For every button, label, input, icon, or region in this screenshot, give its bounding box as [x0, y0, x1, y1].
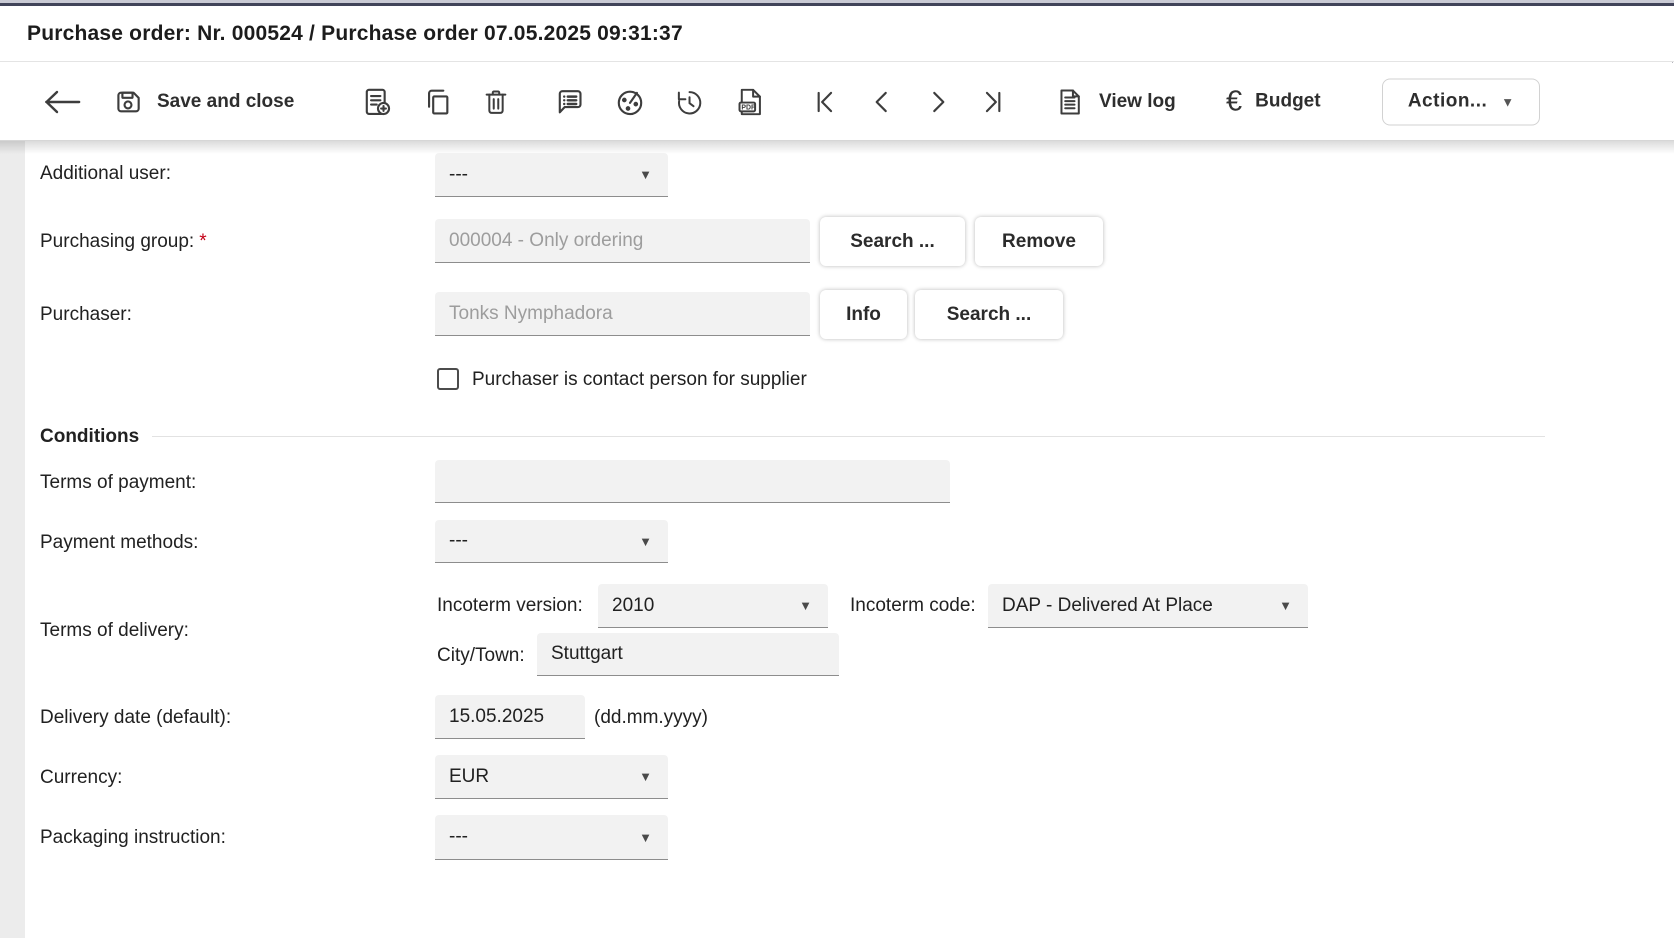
city-town-input[interactable] — [551, 633, 825, 675]
delete-button[interactable] — [480, 86, 512, 118]
currency-select[interactable]: EUR ▼ — [435, 755, 668, 799]
first-record-button[interactable] — [808, 86, 840, 118]
incoterm-code-select[interactable]: DAP - Delivered At Place ▼ — [988, 584, 1308, 628]
view-log-label: View log — [1099, 91, 1176, 113]
history-button[interactable] — [673, 86, 705, 118]
conditions-section-divider — [152, 436, 1545, 437]
euro-icon: € — [1226, 87, 1242, 116]
page-title: Purchase order: Nr. 000524 / Purchase or… — [27, 22, 683, 46]
purchaser-input[interactable] — [449, 292, 796, 335]
purchasing-group-remove-button[interactable]: Remove — [975, 217, 1103, 266]
purchaser-info-button[interactable]: Info — [820, 290, 907, 339]
gauge-icon — [613, 85, 647, 119]
delete-icon — [480, 86, 512, 118]
svg-text:PDF: PDF — [741, 104, 755, 111]
additional-user-label: Additional user: — [40, 163, 171, 185]
terms-of-payment-field[interactable] — [435, 460, 950, 503]
incoterm-code-label: Incoterm code: — [850, 595, 976, 617]
chevron-down-icon: ▼ — [639, 770, 652, 783]
additional-user-select[interactable]: --- ▼ — [435, 153, 668, 197]
chevron-right-icon — [922, 86, 954, 118]
chevron-down-icon: ▼ — [1501, 95, 1514, 108]
contact-person-checkbox-label: Purchaser is contact person for supplier — [472, 369, 807, 391]
incoterm-version-value: 2010 — [612, 595, 799, 617]
purchasing-group-label: Purchasing group:* — [40, 231, 207, 253]
chevron-down-icon: ▼ — [639, 168, 652, 181]
back-arrow-icon — [40, 87, 84, 117]
packaging-instruction-value: --- — [449, 826, 639, 848]
last-page-icon — [978, 86, 1010, 118]
purchaser-search-button[interactable]: Search ... — [915, 290, 1063, 339]
first-page-icon — [808, 86, 840, 118]
comment-icon — [553, 85, 587, 119]
additional-user-value: --- — [449, 164, 639, 186]
incoterm-version-label: Incoterm version: — [437, 595, 583, 617]
save-and-close-button[interactable]: Save and close — [112, 86, 294, 118]
terms-of-delivery-label: Terms of delivery: — [40, 620, 189, 642]
currency-value: EUR — [449, 766, 639, 788]
copy-icon — [422, 86, 454, 118]
pdf-export-button[interactable]: PDF — [733, 85, 767, 119]
conditions-section-heading: Conditions — [40, 426, 139, 448]
pdf-icon: PDF — [733, 85, 767, 119]
chevron-left-icon — [866, 86, 898, 118]
payment-methods-label: Payment methods: — [40, 532, 198, 554]
budget-label: Budget — [1255, 91, 1320, 113]
save-icon — [112, 86, 144, 118]
budget-button[interactable]: € Budget — [1226, 87, 1321, 116]
incoterm-version-select[interactable]: 2010 ▼ — [598, 584, 828, 628]
view-log-button[interactable]: View log — [1054, 86, 1176, 118]
gauge-button[interactable] — [613, 85, 647, 119]
chevron-down-icon: ▼ — [639, 831, 652, 844]
purchaser-field[interactable] — [435, 292, 810, 336]
delivery-date-label: Delivery date (default): — [40, 707, 231, 729]
next-record-button[interactable] — [922, 86, 954, 118]
toolbar: Save and close — [0, 63, 1674, 141]
save-and-close-label: Save and close — [157, 91, 294, 113]
purchaser-label: Purchaser: — [40, 304, 132, 326]
packaging-instruction-label: Packaging instruction: — [40, 827, 226, 849]
terms-of-payment-label: Terms of payment: — [40, 472, 196, 494]
purchasing-group-input[interactable] — [449, 219, 796, 262]
chevron-down-icon: ▼ — [799, 599, 812, 612]
city-town-label: City/Town: — [437, 645, 525, 667]
purchasing-group-search-button[interactable]: Search ... — [820, 217, 965, 266]
required-asterisk: * — [199, 231, 206, 252]
chevron-down-icon: ▼ — [1279, 599, 1292, 612]
create-document-icon — [360, 85, 394, 119]
left-gutter — [0, 141, 25, 938]
incoterm-code-value: DAP - Delivered At Place — [1002, 595, 1279, 617]
chevron-down-icon: ▼ — [639, 535, 652, 548]
delivery-date-input[interactable] — [449, 695, 571, 738]
payment-methods-select[interactable]: --- ▼ — [435, 520, 668, 563]
title-bar: Purchase order: Nr. 000524 / Purchase or… — [0, 6, 1674, 62]
copy-button[interactable] — [422, 86, 454, 118]
purchasing-group-field[interactable] — [435, 219, 810, 263]
last-record-button[interactable] — [978, 86, 1010, 118]
packaging-instruction-select[interactable]: --- ▼ — [435, 815, 668, 860]
comment-button[interactable] — [553, 85, 587, 119]
contact-person-checkbox[interactable] — [437, 368, 459, 390]
payment-methods-value: --- — [449, 530, 639, 552]
purchasing-group-label-text: Purchasing group: — [40, 231, 194, 252]
back-button[interactable] — [40, 87, 84, 117]
terms-of-payment-input[interactable] — [449, 460, 936, 502]
previous-record-button[interactable] — [866, 86, 898, 118]
create-document-button[interactable] — [360, 85, 394, 119]
action-dropdown-button[interactable]: Action... ▼ — [1382, 78, 1540, 125]
city-town-field[interactable] — [537, 633, 839, 676]
history-icon — [673, 86, 705, 118]
view-log-document-icon — [1054, 86, 1086, 118]
delivery-date-field[interactable] — [435, 695, 585, 739]
action-label: Action... — [1408, 91, 1487, 113]
delivery-date-format-hint: (dd.mm.yyyy) — [594, 707, 708, 729]
currency-label: Currency: — [40, 767, 122, 789]
